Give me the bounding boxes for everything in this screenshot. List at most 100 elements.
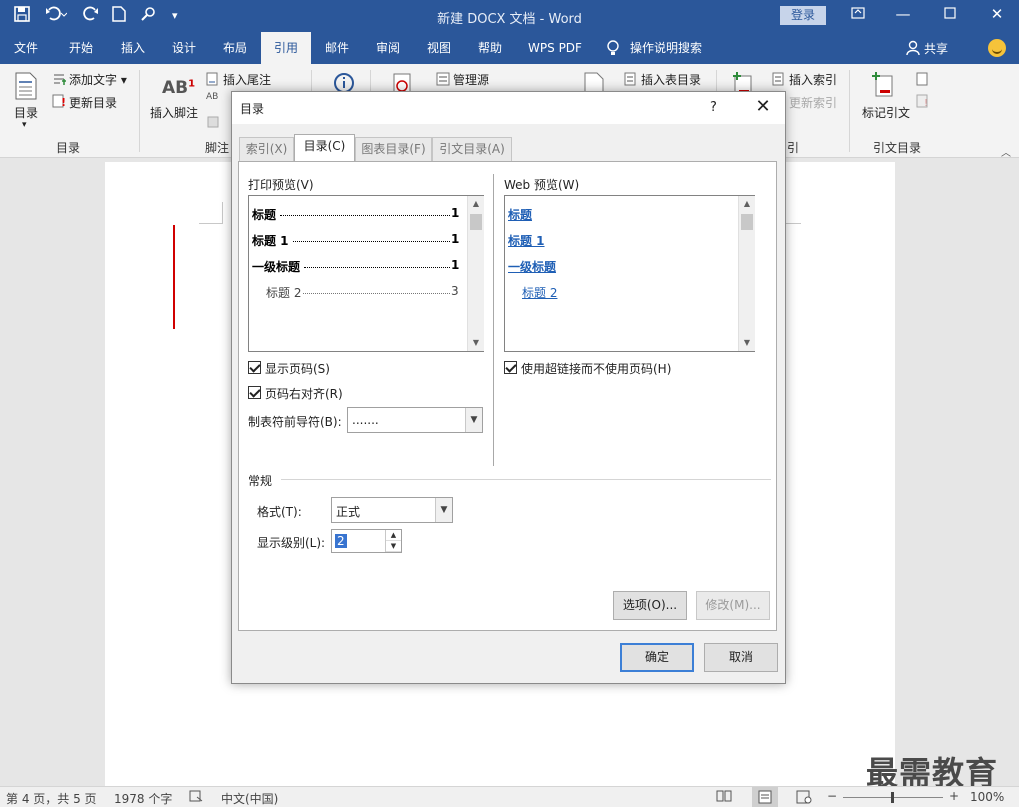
insert-table-of-authorities-icon[interactable] — [916, 72, 930, 89]
web-toc-link: 标题 1 — [508, 234, 545, 248]
update-index-button[interactable]: 更新索引 — [789, 94, 837, 111]
insert-index-icon — [772, 72, 786, 89]
customize-toolbar-icon[interactable]: ▾ — [172, 9, 178, 22]
right-align-label[interactable]: 页码右对齐(R) — [265, 385, 343, 402]
scroll-up-icon[interactable]: ▲ — [739, 199, 755, 208]
tab-wps-pdf[interactable]: WPS PDF — [518, 32, 592, 64]
update-table-of-authorities-icon[interactable]: ! — [916, 94, 930, 111]
zoom-level[interactable]: 100% — [970, 790, 1004, 804]
tab-layout[interactable]: 布局 — [209, 32, 261, 64]
scroll-up-icon[interactable]: ▲ — [468, 199, 484, 208]
minimize-icon[interactable]: — — [888, 5, 918, 23]
zoom-slider-thumb[interactable] — [891, 792, 894, 803]
group-label-citation: 引文目录 — [873, 141, 922, 155]
ok-button[interactable]: 确定 — [620, 643, 694, 672]
use-hyperlinks-checkbox[interactable] — [504, 361, 517, 374]
print-layout-icon[interactable] — [752, 787, 778, 807]
dialog-title-bar: 目录 ? ✕ — [232, 92, 785, 124]
tab-insert[interactable]: 插入 — [107, 32, 159, 64]
chevron-down-icon[interactable]: ▼ — [435, 498, 452, 522]
close-window-icon[interactable]: ✕ — [982, 5, 1012, 23]
options-button[interactable]: 选项(O)... — [613, 591, 687, 620]
group-label-index: 引 — [787, 141, 800, 155]
add-text-icon — [52, 72, 66, 89]
stepper-down-icon[interactable]: ▼ — [386, 541, 401, 552]
help-button[interactable]: ? — [710, 100, 717, 115]
scroll-thumb[interactable] — [741, 214, 753, 230]
word-count[interactable]: 1978 个字 — [114, 790, 172, 807]
tell-me-search[interactable]: 操作说明搜索 — [630, 32, 716, 64]
redo-icon[interactable] — [83, 6, 99, 26]
web-layout-icon[interactable] — [796, 790, 812, 807]
scroll-down-icon[interactable]: ▼ — [739, 338, 755, 347]
svg-text:!: ! — [924, 98, 928, 108]
chevron-down-icon[interactable]: ▼ — [465, 408, 482, 432]
show-page-numbers-label[interactable]: 显示页码(S) — [265, 360, 330, 377]
tab-index[interactable]: 索引(X) — [239, 137, 294, 161]
zoom-out-icon[interactable]: − — [827, 789, 837, 803]
ribbon-display-options-icon[interactable] — [843, 5, 873, 23]
login-button[interactable]: 登录 — [780, 6, 826, 25]
print-preview-scrollbar[interactable]: ▲ ▼ — [467, 196, 484, 351]
tab-design[interactable]: 设计 — [159, 32, 209, 64]
insert-endnote-button[interactable]: 插入尾注 — [223, 71, 271, 88]
title-bar: ▾ 新建 DOCX 文档 - Word 登录 — ✕ — [0, 0, 1019, 32]
share-button[interactable]: 共享 — [924, 40, 948, 57]
maximize-icon[interactable] — [935, 5, 965, 23]
toc-button[interactable]: 目录 — [14, 104, 38, 121]
tab-leader-select[interactable]: ....... ▼ — [347, 407, 483, 433]
stepper-up-icon[interactable]: ▲ — [386, 530, 401, 541]
levels-stepper[interactable]: 2 ▲ ▼ — [331, 529, 402, 553]
dialog-close-icon[interactable]: ✕ — [752, 96, 774, 117]
next-footnote-icon[interactable]: AB — [206, 92, 218, 102]
right-align-checkbox[interactable] — [248, 386, 261, 399]
print-preview-box: 标题 1 标题 1 1 一级标题 1 标题 2 3 ▲ ▼ — [248, 195, 484, 352]
web-preview-scrollbar[interactable]: ▲ ▼ — [738, 196, 755, 351]
new-document-icon[interactable] — [112, 6, 126, 26]
tab-table-of-authorities[interactable]: 引文目录(A) — [432, 137, 512, 161]
levels-stepper-arrows[interactable]: ▲ ▼ — [385, 530, 401, 552]
scroll-down-icon[interactable]: ▼ — [468, 338, 484, 347]
cancel-button[interactable]: 取消 — [704, 643, 778, 672]
tab-references[interactable]: 引用 — [261, 32, 311, 64]
web-preview-box: 标题 标题 1 一级标题 标题 2 ▲ ▼ — [504, 195, 755, 352]
touch-mode-icon[interactable] — [141, 6, 157, 26]
use-hyperlinks-label[interactable]: 使用超链接而不使用页码(H) — [521, 360, 671, 377]
tab-table-of-contents[interactable]: 目录(C) — [294, 134, 355, 162]
show-page-numbers-checkbox[interactable] — [248, 361, 261, 374]
scroll-thumb[interactable] — [470, 214, 482, 230]
insert-table-of-figures-button[interactable]: 插入表目录 — [641, 71, 701, 88]
undo-icon[interactable] — [45, 6, 68, 26]
share-person-icon[interactable] — [906, 40, 920, 59]
section-divider — [493, 174, 494, 466]
page-count[interactable]: 第 4 页，共 5 页 — [6, 790, 97, 807]
insert-table-of-figures-icon — [624, 72, 638, 89]
proofing-icon[interactable] — [189, 790, 203, 805]
language-indicator[interactable]: 中文(中国) — [221, 790, 278, 807]
zoom-in-icon[interactable]: + — [949, 789, 959, 803]
manage-sources-button[interactable]: 管理源 — [453, 71, 489, 88]
preview-toc-entry: 标题 — [252, 208, 277, 222]
preview-toc-page: 3 — [451, 284, 459, 298]
modify-button[interactable]: 修改(M)... — [696, 591, 770, 620]
save-icon[interactable] — [14, 6, 30, 26]
add-text-button[interactable]: 添加文字 ▾ — [69, 71, 127, 88]
read-mode-icon[interactable] — [716, 790, 732, 805]
feedback-smiley-icon[interactable] — [988, 39, 1006, 57]
mark-citation-button[interactable]: 标记引文 — [862, 104, 910, 121]
tab-home[interactable]: 开始 — [55, 32, 107, 64]
tab-file[interactable]: 文件 — [0, 32, 52, 64]
tab-view[interactable]: 视图 — [414, 32, 464, 64]
tab-table-of-figures[interactable]: 图表目录(F) — [355, 137, 432, 161]
levels-value[interactable]: 2 — [335, 534, 347, 548]
insert-index-button[interactable]: 插入索引 — [789, 71, 837, 88]
tab-mailings[interactable]: 邮件 — [312, 32, 362, 64]
tab-review[interactable]: 审阅 — [362, 32, 414, 64]
collapse-ribbon-icon[interactable]: ︿ — [1001, 144, 1011, 159]
insert-footnote-button[interactable]: 插入脚注 — [150, 104, 198, 121]
tab-help[interactable]: 帮助 — [464, 32, 516, 64]
format-select[interactable]: 正式 ▼ — [331, 497, 453, 523]
toc-dropdown-icon[interactable]: ▾ — [22, 120, 27, 130]
update-toc-button[interactable]: 更新目录 — [69, 94, 117, 111]
levels-label: 显示级别(L): — [257, 536, 326, 550]
